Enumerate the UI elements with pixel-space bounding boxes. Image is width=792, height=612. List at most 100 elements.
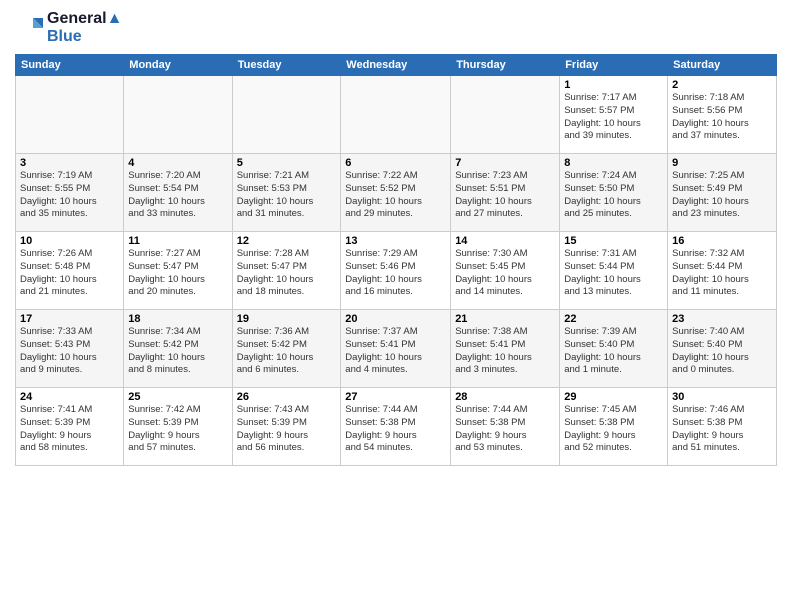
calendar-cell: 22Sunrise: 7:39 AM Sunset: 5:40 PM Dayli… <box>560 310 668 388</box>
calendar-cell <box>16 76 124 154</box>
day-number: 16 <box>672 235 772 247</box>
day-number: 21 <box>455 313 555 325</box>
day-info: Sunrise: 7:30 AM Sunset: 5:45 PM Dayligh… <box>455 248 555 299</box>
day-number: 30 <box>672 391 772 403</box>
day-number: 11 <box>128 235 227 247</box>
logo-icon <box>15 14 43 42</box>
day-info: Sunrise: 7:45 AM Sunset: 5:38 PM Dayligh… <box>564 404 663 455</box>
calendar-cell: 9Sunrise: 7:25 AM Sunset: 5:49 PM Daylig… <box>668 154 777 232</box>
calendar-cell: 21Sunrise: 7:38 AM Sunset: 5:41 PM Dayli… <box>451 310 560 388</box>
day-info: Sunrise: 7:29 AM Sunset: 5:46 PM Dayligh… <box>345 248 446 299</box>
day-info: Sunrise: 7:32 AM Sunset: 5:44 PM Dayligh… <box>672 248 772 299</box>
calendar: SundayMondayTuesdayWednesdayThursdayFrid… <box>15 54 777 466</box>
day-info: Sunrise: 7:20 AM Sunset: 5:54 PM Dayligh… <box>128 170 227 221</box>
calendar-cell: 23Sunrise: 7:40 AM Sunset: 5:40 PM Dayli… <box>668 310 777 388</box>
logo: General▲ Blue <box>15 10 122 46</box>
day-info: Sunrise: 7:38 AM Sunset: 5:41 PM Dayligh… <box>455 326 555 377</box>
calendar-cell: 17Sunrise: 7:33 AM Sunset: 5:43 PM Dayli… <box>16 310 124 388</box>
day-number: 5 <box>237 157 337 169</box>
day-number: 29 <box>564 391 663 403</box>
day-number: 28 <box>455 391 555 403</box>
calendar-cell: 7Sunrise: 7:23 AM Sunset: 5:51 PM Daylig… <box>451 154 560 232</box>
calendar-cell: 30Sunrise: 7:46 AM Sunset: 5:38 PM Dayli… <box>668 388 777 466</box>
calendar-cell: 5Sunrise: 7:21 AM Sunset: 5:53 PM Daylig… <box>232 154 341 232</box>
day-info: Sunrise: 7:28 AM Sunset: 5:47 PM Dayligh… <box>237 248 337 299</box>
day-number: 4 <box>128 157 227 169</box>
calendar-cell <box>341 76 451 154</box>
calendar-cell: 2Sunrise: 7:18 AM Sunset: 5:56 PM Daylig… <box>668 76 777 154</box>
day-number: 12 <box>237 235 337 247</box>
day-info: Sunrise: 7:25 AM Sunset: 5:49 PM Dayligh… <box>672 170 772 221</box>
day-info: Sunrise: 7:24 AM Sunset: 5:50 PM Dayligh… <box>564 170 663 221</box>
calendar-cell: 29Sunrise: 7:45 AM Sunset: 5:38 PM Dayli… <box>560 388 668 466</box>
logo-text: General▲ Blue <box>47 10 122 46</box>
weekday-header-wednesday: Wednesday <box>341 55 451 76</box>
weekday-header-monday: Monday <box>124 55 232 76</box>
day-number: 26 <box>237 391 337 403</box>
week-row-4: 24Sunrise: 7:41 AM Sunset: 5:39 PM Dayli… <box>16 388 777 466</box>
calendar-cell: 14Sunrise: 7:30 AM Sunset: 5:45 PM Dayli… <box>451 232 560 310</box>
day-number: 3 <box>20 157 119 169</box>
day-info: Sunrise: 7:27 AM Sunset: 5:47 PM Dayligh… <box>128 248 227 299</box>
week-row-3: 17Sunrise: 7:33 AM Sunset: 5:43 PM Dayli… <box>16 310 777 388</box>
day-number: 20 <box>345 313 446 325</box>
day-info: Sunrise: 7:44 AM Sunset: 5:38 PM Dayligh… <box>455 404 555 455</box>
day-info: Sunrise: 7:44 AM Sunset: 5:38 PM Dayligh… <box>345 404 446 455</box>
calendar-cell: 3Sunrise: 7:19 AM Sunset: 5:55 PM Daylig… <box>16 154 124 232</box>
day-info: Sunrise: 7:26 AM Sunset: 5:48 PM Dayligh… <box>20 248 119 299</box>
week-row-0: 1Sunrise: 7:17 AM Sunset: 5:57 PM Daylig… <box>16 76 777 154</box>
calendar-cell: 26Sunrise: 7:43 AM Sunset: 5:39 PM Dayli… <box>232 388 341 466</box>
day-number: 1 <box>564 79 663 91</box>
day-info: Sunrise: 7:43 AM Sunset: 5:39 PM Dayligh… <box>237 404 337 455</box>
calendar-cell: 20Sunrise: 7:37 AM Sunset: 5:41 PM Dayli… <box>341 310 451 388</box>
calendar-cell: 16Sunrise: 7:32 AM Sunset: 5:44 PM Dayli… <box>668 232 777 310</box>
day-number: 7 <box>455 157 555 169</box>
day-number: 14 <box>455 235 555 247</box>
day-info: Sunrise: 7:23 AM Sunset: 5:51 PM Dayligh… <box>455 170 555 221</box>
day-number: 19 <box>237 313 337 325</box>
day-number: 13 <box>345 235 446 247</box>
day-info: Sunrise: 7:33 AM Sunset: 5:43 PM Dayligh… <box>20 326 119 377</box>
day-number: 23 <box>672 313 772 325</box>
day-number: 17 <box>20 313 119 325</box>
calendar-cell: 27Sunrise: 7:44 AM Sunset: 5:38 PM Dayli… <box>341 388 451 466</box>
header: General▲ Blue <box>15 10 777 46</box>
calendar-cell: 1Sunrise: 7:17 AM Sunset: 5:57 PM Daylig… <box>560 76 668 154</box>
day-info: Sunrise: 7:40 AM Sunset: 5:40 PM Dayligh… <box>672 326 772 377</box>
calendar-cell: 13Sunrise: 7:29 AM Sunset: 5:46 PM Dayli… <box>341 232 451 310</box>
weekday-header-row: SundayMondayTuesdayWednesdayThursdayFrid… <box>16 55 777 76</box>
day-info: Sunrise: 7:34 AM Sunset: 5:42 PM Dayligh… <box>128 326 227 377</box>
weekday-header-saturday: Saturday <box>668 55 777 76</box>
day-number: 15 <box>564 235 663 247</box>
weekday-header-sunday: Sunday <box>16 55 124 76</box>
day-number: 22 <box>564 313 663 325</box>
week-row-2: 10Sunrise: 7:26 AM Sunset: 5:48 PM Dayli… <box>16 232 777 310</box>
calendar-cell: 11Sunrise: 7:27 AM Sunset: 5:47 PM Dayli… <box>124 232 232 310</box>
day-info: Sunrise: 7:21 AM Sunset: 5:53 PM Dayligh… <box>237 170 337 221</box>
calendar-cell: 25Sunrise: 7:42 AM Sunset: 5:39 PM Dayli… <box>124 388 232 466</box>
calendar-cell <box>451 76 560 154</box>
calendar-cell: 24Sunrise: 7:41 AM Sunset: 5:39 PM Dayli… <box>16 388 124 466</box>
calendar-cell: 6Sunrise: 7:22 AM Sunset: 5:52 PM Daylig… <box>341 154 451 232</box>
day-number: 8 <box>564 157 663 169</box>
calendar-cell: 10Sunrise: 7:26 AM Sunset: 5:48 PM Dayli… <box>16 232 124 310</box>
day-number: 2 <box>672 79 772 91</box>
week-row-1: 3Sunrise: 7:19 AM Sunset: 5:55 PM Daylig… <box>16 154 777 232</box>
day-info: Sunrise: 7:17 AM Sunset: 5:57 PM Dayligh… <box>564 92 663 143</box>
weekday-header-friday: Friday <box>560 55 668 76</box>
day-number: 18 <box>128 313 227 325</box>
day-info: Sunrise: 7:36 AM Sunset: 5:42 PM Dayligh… <box>237 326 337 377</box>
day-number: 9 <box>672 157 772 169</box>
day-info: Sunrise: 7:18 AM Sunset: 5:56 PM Dayligh… <box>672 92 772 143</box>
calendar-cell: 18Sunrise: 7:34 AM Sunset: 5:42 PM Dayli… <box>124 310 232 388</box>
day-info: Sunrise: 7:31 AM Sunset: 5:44 PM Dayligh… <box>564 248 663 299</box>
calendar-cell: 4Sunrise: 7:20 AM Sunset: 5:54 PM Daylig… <box>124 154 232 232</box>
day-info: Sunrise: 7:41 AM Sunset: 5:39 PM Dayligh… <box>20 404 119 455</box>
day-info: Sunrise: 7:22 AM Sunset: 5:52 PM Dayligh… <box>345 170 446 221</box>
calendar-cell: 12Sunrise: 7:28 AM Sunset: 5:47 PM Dayli… <box>232 232 341 310</box>
day-number: 6 <box>345 157 446 169</box>
page: General▲ Blue SundayMondayTuesdayWednesd… <box>0 0 792 612</box>
day-number: 25 <box>128 391 227 403</box>
day-info: Sunrise: 7:19 AM Sunset: 5:55 PM Dayligh… <box>20 170 119 221</box>
day-number: 10 <box>20 235 119 247</box>
